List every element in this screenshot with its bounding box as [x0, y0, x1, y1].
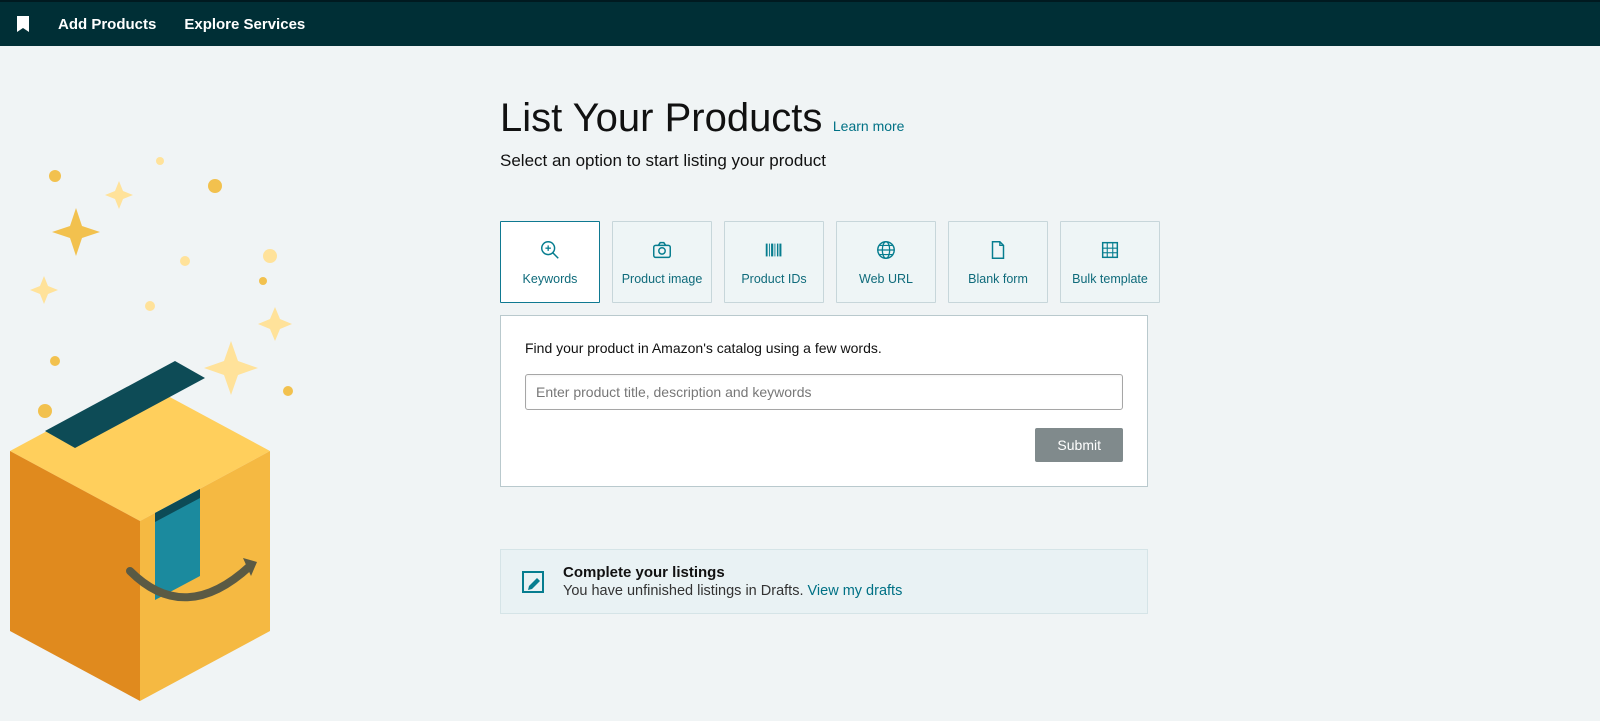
- camera-icon: [650, 238, 674, 262]
- keyword-search-input[interactable]: [525, 374, 1123, 410]
- file-icon: [986, 238, 1010, 262]
- hero-illustration: [0, 156, 330, 716]
- tab-label: Product IDs: [741, 272, 806, 286]
- grid-icon: [1098, 238, 1122, 262]
- tab-label: Blank form: [968, 272, 1028, 286]
- search-zoom-icon: [538, 238, 562, 262]
- nav-add-products[interactable]: Add Products: [58, 16, 156, 33]
- view-drafts-link[interactable]: View my drafts: [808, 583, 903, 599]
- submit-button[interactable]: Submit: [1035, 428, 1123, 462]
- tab-label: Web URL: [859, 272, 913, 286]
- top-nav: Add Products Explore Services: [0, 0, 1600, 46]
- tab-label: Keywords: [523, 272, 578, 286]
- tab-label: Product image: [622, 272, 703, 286]
- page-title: List Your Products: [500, 96, 822, 141]
- nav-explore-services[interactable]: Explore Services: [184, 16, 305, 33]
- tab-list: Keywords Product image Product IDs Web U…: [500, 221, 1300, 303]
- main-content: List Your Products Learn more Select an …: [500, 96, 1300, 614]
- edit-note-icon: [519, 568, 547, 596]
- bookmark-icon[interactable]: [16, 16, 30, 32]
- search-panel: Find your product in Amazon's catalog us…: [500, 315, 1148, 487]
- barcode-icon: [762, 238, 786, 262]
- tab-product-ids[interactable]: Product IDs: [724, 221, 824, 303]
- tab-keywords[interactable]: Keywords: [500, 221, 600, 303]
- page-subtitle: Select an option to start listing your p…: [500, 151, 1300, 171]
- alert-body: You have unfinished listings in Drafts. …: [563, 583, 902, 599]
- tab-label: Bulk template: [1072, 272, 1148, 286]
- tab-blank-form[interactable]: Blank form: [948, 221, 1048, 303]
- tab-product-image[interactable]: Product image: [612, 221, 712, 303]
- learn-more-link[interactable]: Learn more: [833, 118, 905, 134]
- globe-icon: [874, 238, 898, 262]
- panel-description: Find your product in Amazon's catalog us…: [525, 340, 1123, 356]
- tab-web-url[interactable]: Web URL: [836, 221, 936, 303]
- drafts-alert: Complete your listings You have unfinish…: [500, 549, 1148, 614]
- tab-bulk-template[interactable]: Bulk template: [1060, 221, 1160, 303]
- alert-title: Complete your listings: [563, 564, 902, 581]
- alert-text: You have unfinished listings in Drafts.: [563, 583, 803, 599]
